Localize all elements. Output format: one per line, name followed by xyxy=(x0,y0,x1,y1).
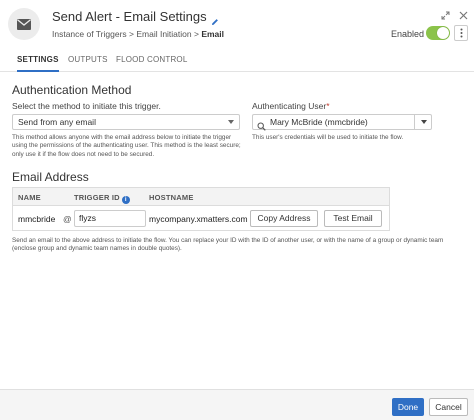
auth-heading: Authentication Method xyxy=(12,83,132,97)
user-value: Mary McBride (mmcbride) xyxy=(270,117,368,127)
column-trigger-id: TRIGGER ID i xyxy=(74,193,130,204)
divider xyxy=(414,115,415,129)
method-select[interactable]: Send from any email xyxy=(12,114,240,130)
email-help: Send an email to the above address to in… xyxy=(12,237,444,253)
method-help: This method allows anyone with the email… xyxy=(12,134,241,158)
vertical-dots-icon xyxy=(460,28,462,38)
chevron-down-icon[interactable] xyxy=(421,120,427,124)
copy-address-button[interactable]: Copy Address xyxy=(250,210,318,227)
tab-flood-control[interactable]: FLOOD CONTROL xyxy=(116,50,188,72)
name-value: mmcbride xyxy=(18,214,56,224)
table-header: NAME TRIGGER ID i HOSTNAME xyxy=(13,188,389,206)
tab-settings[interactable]: SETTINGS xyxy=(17,50,59,72)
dialog-footer: Done Cancel xyxy=(0,389,474,420)
search-icon xyxy=(257,118,266,131)
user-help: This user's credentials will be used to … xyxy=(252,134,404,141)
page-title: Send Alert - Email Settings xyxy=(52,9,207,24)
column-name: NAME xyxy=(18,193,41,202)
breadcrumb-path[interactable]: Instance of Triggers > Email Initiation … xyxy=(52,29,201,39)
dialog-header: Send Alert - Email Settings Instance of … xyxy=(0,0,474,50)
more-options-button[interactable] xyxy=(454,25,468,41)
enabled-label: Enabled xyxy=(391,29,425,39)
info-icon[interactable]: i xyxy=(121,196,130,204)
test-email-button[interactable]: Test Email xyxy=(324,210,382,227)
toggle-knob xyxy=(437,27,449,39)
method-value: Send from any email xyxy=(18,117,96,127)
email-heading: Email Address xyxy=(12,170,89,184)
email-address-table: NAME TRIGGER ID i HOSTNAME mmcbride @ fly… xyxy=(12,187,390,231)
envelope-icon xyxy=(8,8,40,40)
column-trigger-id-label: TRIGGER ID xyxy=(74,193,120,202)
tab-bar: SETTINGS OUTPUTS FLOOD CONTROL xyxy=(0,50,474,72)
column-hostname: HOSTNAME xyxy=(149,193,194,202)
cancel-button[interactable]: Cancel xyxy=(429,398,468,416)
title-row: Send Alert - Email Settings xyxy=(52,9,219,25)
hostname-value: mycompany.xmatters.com xyxy=(149,214,248,224)
required-mark: * xyxy=(326,101,330,111)
method-label: Select the method to initiate this trigg… xyxy=(12,101,161,111)
user-label-text: Authenticating User xyxy=(252,101,327,111)
breadcrumb-current: Email xyxy=(201,29,224,39)
user-label: Authenticating User* xyxy=(252,101,330,111)
expand-icon[interactable] xyxy=(441,7,450,20)
enabled-toggle[interactable] xyxy=(426,26,450,40)
close-icon[interactable] xyxy=(459,7,468,20)
done-button[interactable]: Done xyxy=(392,398,424,416)
tab-outputs[interactable]: OUTPUTS xyxy=(68,50,108,72)
pencil-icon[interactable] xyxy=(211,13,219,25)
trigger-id-input[interactable]: flyzs xyxy=(74,210,146,227)
user-picker[interactable]: Mary McBride (mmcbride) xyxy=(252,114,432,131)
breadcrumb: Instance of Triggers > Email Initiation … xyxy=(52,29,224,39)
chevron-down-icon xyxy=(228,120,234,124)
at-sign: @ xyxy=(63,214,72,224)
